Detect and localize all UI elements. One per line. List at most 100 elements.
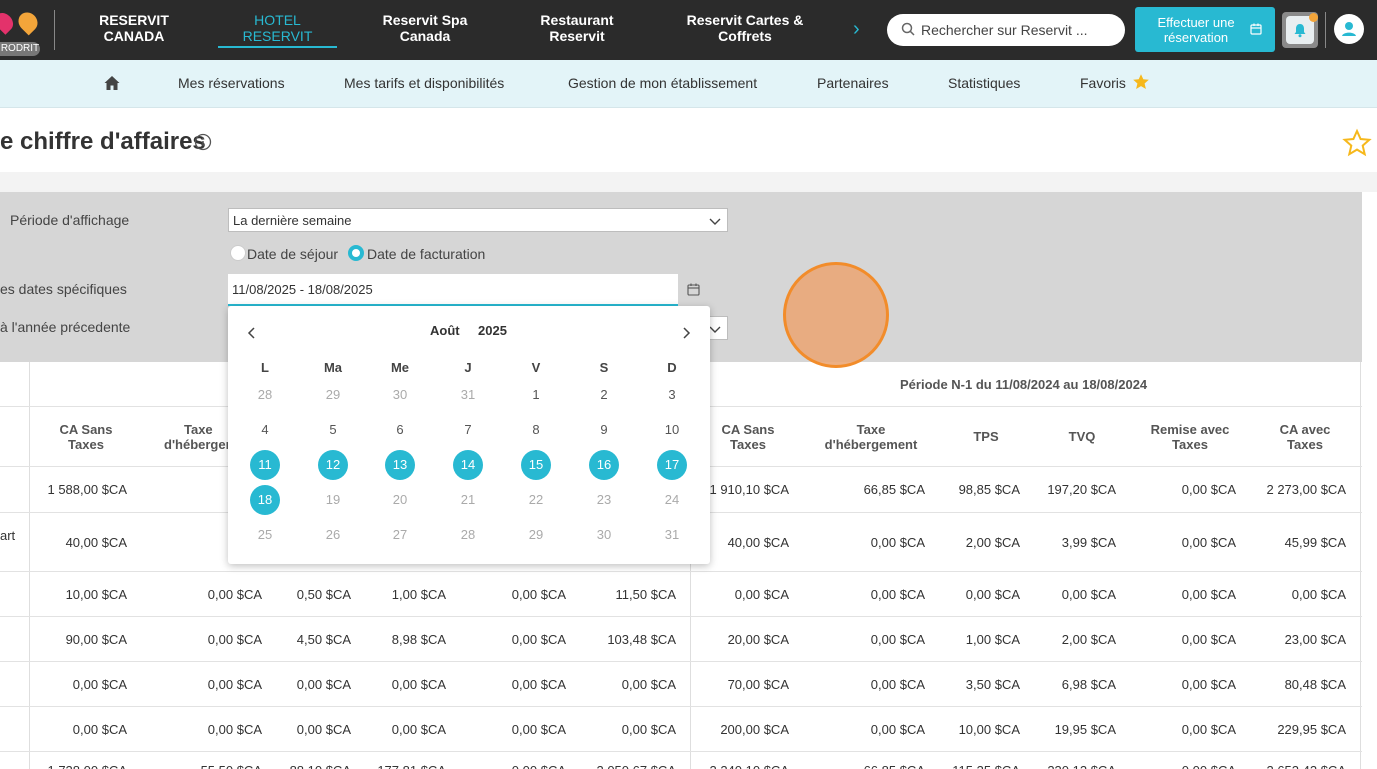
calendar-day[interactable]: 18 (250, 485, 280, 515)
table-cell: 0,00 $CA (72, 722, 127, 737)
calendar-day[interactable]: 21 (453, 485, 483, 515)
calendar-day[interactable]: 2 (589, 380, 619, 410)
table-cell: 0,00 $CA (296, 722, 351, 737)
divider (1325, 12, 1326, 48)
table-cell: 70,00 $CA (727, 677, 789, 692)
column-header: Taxe d'hébergement (818, 422, 924, 452)
calendar-day[interactable]: 20 (385, 485, 415, 515)
row-label: art (0, 528, 16, 543)
calendar-day[interactable]: 16 (589, 450, 619, 480)
header-line1: Taxe (856, 422, 886, 437)
calendar-day[interactable]: 22 (521, 485, 551, 515)
calendar-day[interactable]: 27 (385, 520, 415, 550)
table-cell: 45,99 $CA (1284, 535, 1346, 550)
search-input[interactable] (921, 20, 1117, 40)
calendar-day[interactable]: 31 (453, 380, 483, 410)
nav-hotel-reservit[interactable]: HOTEL RESERVIT (218, 12, 337, 44)
nav-label-line1: RESERVIT (99, 12, 169, 28)
nav-reservit-cartes[interactable]: Reservit Cartes & Coffrets (680, 12, 810, 44)
table-cell: 0,50 $CA (296, 587, 351, 602)
calendar-day[interactable]: 24 (657, 485, 687, 515)
calendar-day[interactable]: 28 (250, 380, 280, 410)
subnav-tarifs-disponibilites[interactable]: Mes tarifs et disponibilités (344, 74, 504, 92)
calendar-day[interactable]: 30 (589, 520, 619, 550)
calendar-day[interactable]: 11 (250, 450, 280, 480)
table-cell: 0,00 $CA (391, 677, 446, 692)
column-header: Taxe d'hébergem (164, 422, 237, 452)
calendar-day[interactable]: 9 (589, 415, 619, 445)
calendar-day[interactable]: 26 (318, 520, 348, 550)
table-cell: 0,00 $CA (965, 587, 1020, 602)
column-divider (29, 362, 30, 769)
calendar-day[interactable]: 6 (385, 415, 415, 445)
calendar-day[interactable]: 29 (318, 380, 348, 410)
table-cell: 0,00 $CA (511, 677, 566, 692)
calendar-day[interactable]: 7 (453, 415, 483, 445)
calendar-day[interactable]: 25 (250, 520, 280, 550)
subnav-partenaires[interactable]: Partenaires (817, 74, 889, 92)
home-icon[interactable] (103, 74, 121, 92)
table-cell: 1,00 $CA (965, 632, 1020, 647)
user-account-button[interactable] (1334, 14, 1364, 44)
nav-reservit-spa[interactable]: Reservit Spa Canada (370, 12, 480, 44)
table-cell: 23,00 $CA (1284, 632, 1346, 647)
calendar-day[interactable]: 1 (521, 380, 551, 410)
search-box[interactable] (887, 14, 1125, 46)
calendar-day[interactable]: 3 (657, 380, 687, 410)
weekday-header: Ma (323, 360, 343, 375)
subnav-statistiques[interactable]: Statistiques (948, 74, 1020, 92)
table-cell: 0,00 $CA (391, 722, 446, 737)
table-cell: 0,00 $CA (511, 587, 566, 602)
table-cell: 1 728,00 $CA (47, 763, 127, 769)
calendar-day[interactable]: 10 (657, 415, 687, 445)
calendar-day[interactable]: 30 (385, 380, 415, 410)
nav-reservit-canada[interactable]: RESERVIT CANADA (96, 12, 172, 44)
date-range-input[interactable]: 11/08/2025 - 18/08/2025 (228, 274, 678, 306)
chevron-right-icon[interactable] (679, 326, 693, 340)
period-select[interactable]: La dernière semaine (228, 208, 728, 232)
header-line1: CA Sans (721, 422, 775, 437)
table-cell: 0,00 $CA (1181, 632, 1236, 647)
calendar-day[interactable]: 4 (250, 415, 280, 445)
calendar-day[interactable]: 13 (385, 450, 415, 480)
subnav-gestion-etablissement[interactable]: Gestion de mon établissement (568, 74, 757, 92)
calendar-day[interactable]: 14 (453, 450, 483, 480)
calendar-day[interactable]: 29 (521, 520, 551, 550)
calendar-day[interactable]: 5 (318, 415, 348, 445)
column-header: CA Sans Taxes (712, 422, 784, 452)
header-line2: Taxes (730, 437, 766, 452)
calendar-year[interactable]: 2025 (478, 323, 507, 338)
calendar-month[interactable]: Août (430, 323, 460, 338)
info-icon[interactable] (194, 133, 212, 151)
nav-label-line1: Reservit Cartes & (686, 12, 804, 28)
subnav-favoris[interactable]: Favoris (1080, 74, 1126, 92)
reservit-logo[interactable] (0, 8, 44, 36)
row-divider (0, 661, 1362, 662)
favorite-star-icon[interactable] (1342, 128, 1372, 158)
calendar-day[interactable]: 28 (453, 520, 483, 550)
table-cell: 55,50 $CA (201, 763, 262, 769)
chevron-right-icon[interactable]: › (853, 18, 860, 40)
top-navigation-bar: RODRIT RESERVIT CANADA HOTEL RESERVIT Re… (0, 0, 1377, 60)
table-cell: 0,00 $CA (621, 722, 676, 737)
notifications-button[interactable] (1282, 12, 1318, 48)
calendar-day[interactable]: 12 (318, 450, 348, 480)
calendar-icon[interactable] (687, 283, 700, 296)
table-cell: 2,00 $CA (1061, 632, 1116, 647)
calendar-day[interactable]: 23 (589, 485, 619, 515)
calendar-day[interactable]: 31 (657, 520, 687, 550)
calendar-day[interactable]: 8 (521, 415, 551, 445)
row-divider (0, 706, 1362, 707)
table-cell: 2 273,00 $CA (1266, 482, 1346, 497)
calendar-day[interactable]: 19 (318, 485, 348, 515)
subnav-mes-reservations[interactable]: Mes réservations (178, 74, 285, 92)
radio-date-sejour[interactable] (230, 245, 246, 261)
nav-restaurant-reservit[interactable]: Restaurant Reservit (527, 12, 627, 44)
calendar-day[interactable]: 15 (521, 450, 551, 480)
table-cell: 98,85 $CA (958, 482, 1020, 497)
radio-date-facturation[interactable] (348, 245, 364, 261)
header-line1: Taxe (184, 422, 213, 437)
make-reservation-button[interactable]: Effectuer une réservation (1135, 7, 1275, 52)
calendar-day[interactable]: 17 (657, 450, 687, 480)
chevron-left-icon[interactable] (245, 326, 259, 340)
